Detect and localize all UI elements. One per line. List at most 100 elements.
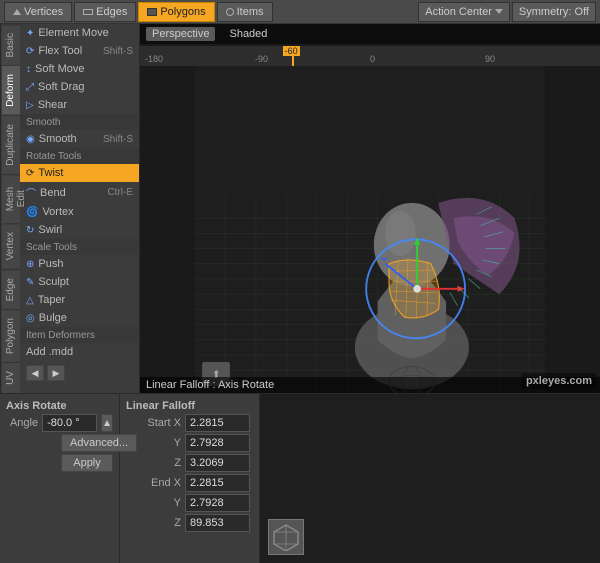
tab-edges-label: Edges — [96, 6, 127, 18]
tab-polygons[interactable]: Polygons — [138, 2, 214, 22]
right-arrow-icon: ▶ — [53, 368, 60, 379]
vtab-duplicate[interactable]: Duplicate — [2, 115, 20, 174]
nav-cube[interactable] — [268, 519, 304, 555]
sidebar-item-swirl[interactable]: ↻ Swirl — [20, 221, 139, 239]
left-sidebar: ✦ Element Move ⟳ Flex Tool Shift-S ↕ Sof… — [20, 24, 140, 393]
bend-icon: ⌒ — [26, 185, 36, 200]
sidebar-item-smooth[interactable]: ◉ Smooth Shift-S — [20, 130, 139, 148]
left-arrow-icon: ◀ — [32, 368, 39, 379]
vtab-edge[interactable]: Edge — [2, 269, 20, 309]
section-rotate-tools: Rotate Tools — [20, 148, 139, 164]
ruler-label-180: -180 — [145, 54, 163, 64]
vtab-vertex[interactable]: Vertex — [2, 223, 20, 268]
vtab-uv[interactable]: UV — [2, 362, 20, 393]
viewport-tab-perspective[interactable]: Perspective — [146, 27, 215, 41]
sidebar-item-vortex[interactable]: 🌀 Vortex — [20, 203, 139, 221]
bottom-panel: Axis Rotate Angle ▲ Advanced... Apply Li… — [0, 393, 600, 563]
sculpt-icon: ✎ — [26, 277, 34, 288]
sidebar-item-sculpt[interactable]: ✎ Sculpt — [20, 273, 139, 291]
action-center-label: Action Center — [425, 6, 492, 18]
vtab-polygon[interactable]: Polygon — [2, 309, 20, 362]
end-x-label: End X — [126, 477, 181, 489]
apply-button[interactable]: Apply — [61, 454, 113, 472]
action-center-dropdown[interactable]: Action Center — [418, 2, 510, 22]
section-item-deformers: Item Deformers — [20, 327, 139, 343]
end-z-row: Z — [126, 514, 253, 532]
linear-falloff-title: Linear Falloff — [126, 400, 253, 412]
tab-vertices[interactable]: Vertices — [4, 2, 72, 22]
angle-row: Angle ▲ — [6, 414, 113, 432]
flex-icon: ⟳ — [26, 46, 34, 57]
sidebar-item-shear[interactable]: ▷ Shear — [20, 96, 139, 114]
bottom-viewport-area — [260, 394, 600, 563]
taper-icon: △ — [26, 295, 34, 306]
tab-edges[interactable]: Edges — [74, 2, 136, 22]
symmetry-label: Symmetry: Off — [519, 6, 589, 18]
vertical-tabs-panel: Basic Deform Duplicate Mesh Edit Vertex … — [0, 24, 20, 393]
top-toolbar: Vertices Edges Polygons Items Action Cen… — [0, 0, 600, 24]
angle-label: Angle — [6, 417, 38, 429]
tab-items-label: Items — [237, 6, 264, 18]
end-x-input[interactable] — [185, 474, 250, 492]
end-z-input[interactable] — [185, 514, 250, 532]
angle-increment-btn[interactable]: ▲ — [101, 414, 113, 432]
sidebar-item-twist[interactable]: ⟳ Twist — [20, 164, 139, 182]
ruler-track: -180 -90 0 90 -60 — [140, 46, 600, 66]
swirl-icon: ↻ — [26, 225, 34, 236]
end-z-label: Z — [126, 517, 181, 529]
softmove-icon: ↕ — [26, 64, 31, 75]
axis-rotate-title: Axis Rotate — [6, 400, 113, 412]
push-icon: ⊕ — [26, 259, 34, 270]
viewport-tab-shaded[interactable]: Shaded — [223, 27, 273, 41]
sidebar-item-soft-drag[interactable]: ⤢ Soft Drag — [20, 78, 139, 96]
sidebar-item-element-move[interactable]: ✦ Element Move — [20, 24, 139, 42]
shear-icon: ▷ — [26, 100, 34, 111]
sidebar-item-taper[interactable]: △ Taper — [20, 291, 139, 309]
ruler-label-90-pos: 90 — [485, 54, 495, 64]
apply-row: Apply — [6, 454, 113, 472]
start-x-label: Start X — [126, 417, 181, 429]
sidebar-item-push[interactable]: ⊕ Push — [20, 255, 139, 273]
start-y-row: Y — [126, 434, 253, 452]
main-area: ✦ Element Move ⟳ Flex Tool Shift-S ↕ Sof… — [0, 24, 600, 393]
start-z-input[interactable] — [185, 454, 250, 472]
end-y-input[interactable] — [185, 494, 250, 512]
angle-input[interactable] — [42, 414, 97, 432]
sidebar-item-bend[interactable]: ⌒ Bend Ctrl-E — [20, 182, 139, 203]
symmetry-dropdown[interactable]: Symmetry: Off — [512, 2, 596, 22]
start-x-row: Start X — [126, 414, 253, 432]
start-y-input[interactable] — [185, 434, 250, 452]
vtab-mesh-edit[interactable]: Mesh Edit — [2, 174, 20, 223]
end-x-row: End X — [126, 474, 253, 492]
sidebar-item-add-mdd[interactable]: Add .mdd — [20, 343, 139, 361]
3d-viewport[interactable]: Perspective Shaded -180 -90 0 90 -60 — [140, 24, 600, 393]
3d-scene: ⬆ — [140, 66, 600, 393]
sidebar-item-soft-move[interactable]: ↕ Soft Move — [20, 60, 139, 78]
advanced-row: Advanced... — [6, 434, 113, 452]
start-y-label: Y — [126, 437, 181, 449]
start-x-input[interactable] — [185, 414, 250, 432]
timeline-ruler: -180 -90 0 90 -60 — [140, 46, 600, 66]
viewport-header: Perspective Shaded — [140, 24, 600, 44]
sidebar-item-bulge[interactable]: ◎ Bulge — [20, 309, 139, 327]
bottom-left-panel: Axis Rotate Angle ▲ Advanced... Apply — [0, 394, 120, 563]
vortex-icon: 🌀 — [26, 207, 38, 218]
bulge-icon: ◎ — [26, 313, 35, 324]
nav-arrows: ◀ ▶ — [20, 361, 139, 385]
section-smooth: Smooth — [20, 114, 139, 130]
chevron-down-icon — [495, 9, 503, 14]
prev-arrow[interactable]: ◀ — [26, 365, 44, 381]
end-y-row: Y — [126, 494, 253, 512]
next-arrow[interactable]: ▶ — [47, 365, 65, 381]
softdrag-icon: ⤢ — [26, 82, 34, 93]
tab-items[interactable]: Items — [217, 2, 273, 22]
vtab-basic[interactable]: Basic — [2, 24, 20, 65]
vtab-deform[interactable]: Deform — [2, 65, 20, 115]
start-z-row: Z — [126, 454, 253, 472]
marker-label: -60 — [283, 46, 300, 56]
tab-vertices-label: Vertices — [24, 6, 63, 18]
bottom-middle-panel: Linear Falloff Start X Y Z End X Y Z — [120, 394, 260, 563]
sidebar-item-flex-tool[interactable]: ⟳ Flex Tool Shift-S — [20, 42, 139, 60]
section-scale-tools: Scale Tools — [20, 239, 139, 255]
move-icon: ✦ — [26, 28, 34, 39]
